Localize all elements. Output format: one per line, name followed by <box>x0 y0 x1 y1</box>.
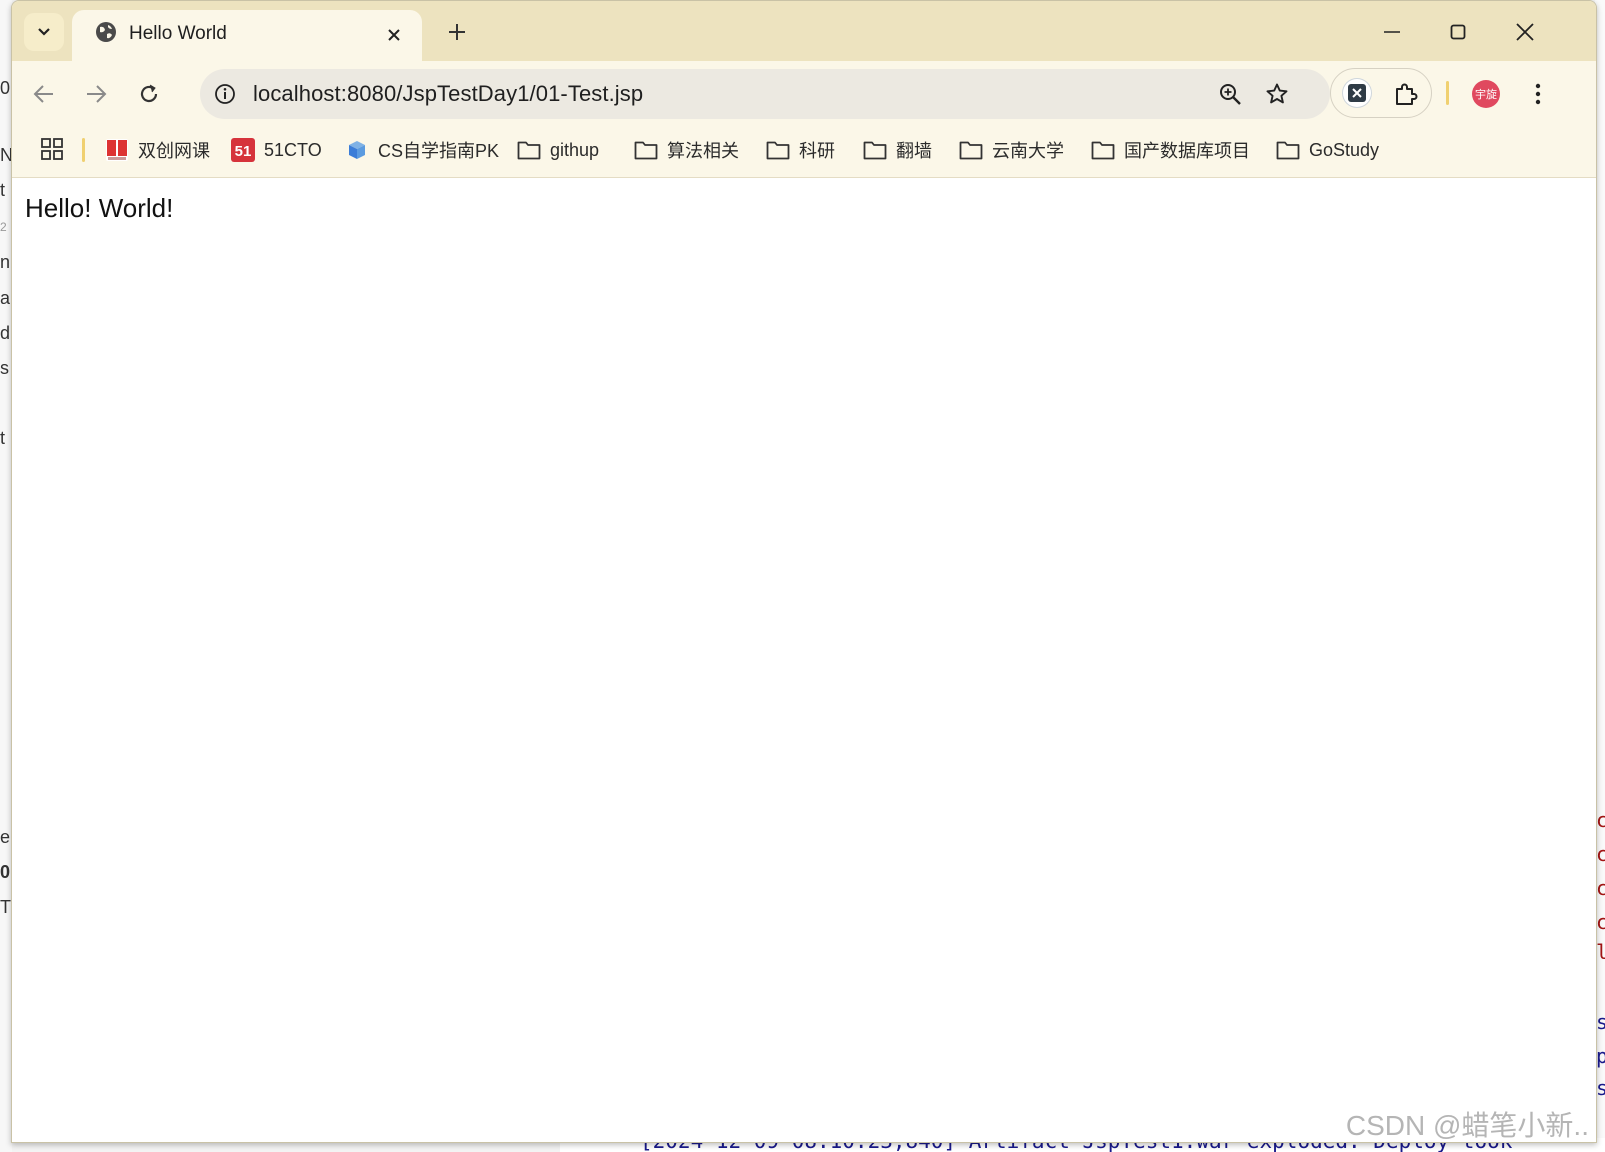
cube-icon <box>344 138 370 162</box>
bookmark-folder[interactable]: 科研 <box>765 135 835 165</box>
bookmark-label: 云南大学 <box>992 141 1064 161</box>
zoom-icon[interactable] <box>1216 80 1244 108</box>
title-bar: Hello World <box>12 1 1596 61</box>
bookmark-label: githup <box>550 139 600 160</box>
bookmarks-separator <box>82 138 85 162</box>
apps-grid-button[interactable] <box>38 135 66 163</box>
forward-button[interactable] <box>77 75 115 113</box>
browser-window: Hello World localhost:8080/JspTestDay1/0… <box>11 0 1597 1143</box>
bookmark-label: 科研 <box>799 141 835 161</box>
folder-icon <box>765 138 791 162</box>
reload-button[interactable] <box>130 75 168 113</box>
hello-world-text: Hello! World! <box>25 193 174 223</box>
site-info-icon[interactable] <box>212 81 238 107</box>
bg-fragment: c <box>1596 808 1605 832</box>
bg-fragment: l <box>1596 940 1605 964</box>
bg-fragment: s <box>1596 1076 1605 1100</box>
bookmark-folder[interactable]: githup <box>516 135 599 165</box>
navigation-toolbar: localhost:8080/JspTestDay1/01-Test.jsp 宇… <box>12 61 1596 125</box>
bookmark-item[interactable]: 双创网课 <box>104 135 210 165</box>
address-bar[interactable]: localhost:8080/JspTestDay1/01-Test.jsp <box>200 69 1330 119</box>
maximize-button[interactable] <box>1431 13 1485 51</box>
bookmark-label: GoStudy <box>1309 139 1380 160</box>
close-icon <box>1516 23 1534 41</box>
close-icon <box>388 29 400 41</box>
folder-icon <box>1090 138 1116 162</box>
plus-icon <box>449 24 465 40</box>
toolbar-separator <box>1446 81 1449 105</box>
url-text[interactable]: localhost:8080/JspTestDay1/01-Test.jsp <box>253 81 643 107</box>
bookmark-item[interactable]: 51 51CTO <box>230 135 322 165</box>
bookmark-label: 51CTO <box>264 139 322 160</box>
folder-icon <box>516 138 542 162</box>
chevron-down-icon <box>38 28 50 36</box>
page-content: Hello! World! <box>12 178 1596 1142</box>
bookmark-label: 翻墙 <box>896 141 932 161</box>
globe-icon <box>95 21 117 48</box>
extensions-puzzle-icon[interactable] <box>1391 79 1421 109</box>
apps-grid-icon <box>41 138 63 160</box>
folder-icon <box>1275 138 1301 162</box>
reload-icon <box>140 84 158 103</box>
shuangchuang-logo-icon <box>104 138 130 162</box>
folder-icon <box>862 138 888 162</box>
tab-title: Hello World <box>129 23 227 44</box>
maximize-icon <box>1450 24 1466 40</box>
tab-close-button[interactable] <box>381 22 407 48</box>
back-button[interactable] <box>25 75 63 113</box>
svg-text:51: 51 <box>235 143 252 160</box>
arrow-left-icon <box>33 85 53 103</box>
bookmark-label: 算法相关 <box>667 141 739 161</box>
folder-icon <box>633 138 659 162</box>
bookmark-folder[interactable]: 翻墙 <box>862 135 932 165</box>
arrow-right-icon <box>87 85 107 103</box>
bg-fragment: c <box>1596 910 1605 934</box>
51cto-logo-icon: 51 <box>230 138 256 162</box>
bg-fragment: s <box>1596 1010 1605 1034</box>
minimize-button[interactable] <box>1365 13 1419 51</box>
bookmark-folder[interactable]: 云南大学 <box>958 135 1064 165</box>
bookmark-star-icon[interactable] <box>1263 80 1291 108</box>
bookmarks-bar: 双创网课 51 51CTO CS自学指南PK githup 算法相关 科研 翻墙… <box>12 125 1596 178</box>
minimize-icon <box>1384 31 1400 33</box>
active-tab[interactable]: Hello World <box>72 10 422 61</box>
close-window-button[interactable] <box>1498 13 1552 51</box>
extensions-group <box>1330 68 1432 118</box>
bookmark-label: 双创网课 <box>138 141 210 161</box>
bookmark-folder[interactable]: 算法相关 <box>633 135 739 165</box>
more-menu-button[interactable] <box>1528 78 1548 110</box>
bookmark-item[interactable]: CS自学指南PK <box>344 135 499 165</box>
folder-icon <box>958 138 984 162</box>
bookmark-folder[interactable]: GoStudy <box>1275 135 1379 165</box>
extension-x-icon[interactable] <box>1343 79 1371 107</box>
bg-fragment: c <box>1596 842 1605 866</box>
csdn-watermark: CSDN @蜡笔小新.. <box>1345 1110 1589 1141</box>
bookmark-label: CS自学指南PK <box>378 141 500 161</box>
profile-avatar[interactable]: 宇旋 <box>1472 80 1500 108</box>
new-tab-button[interactable] <box>442 17 472 47</box>
kebab-menu-icon <box>1535 83 1541 105</box>
bookmark-label: 国产数据库项目 <box>1124 141 1250 161</box>
bg-fragment: p <box>1596 1044 1605 1068</box>
bg-fragment: c <box>1596 876 1605 900</box>
tab-search-button[interactable] <box>24 13 64 51</box>
bookmark-folder[interactable]: 国产数据库项目 <box>1090 135 1250 165</box>
